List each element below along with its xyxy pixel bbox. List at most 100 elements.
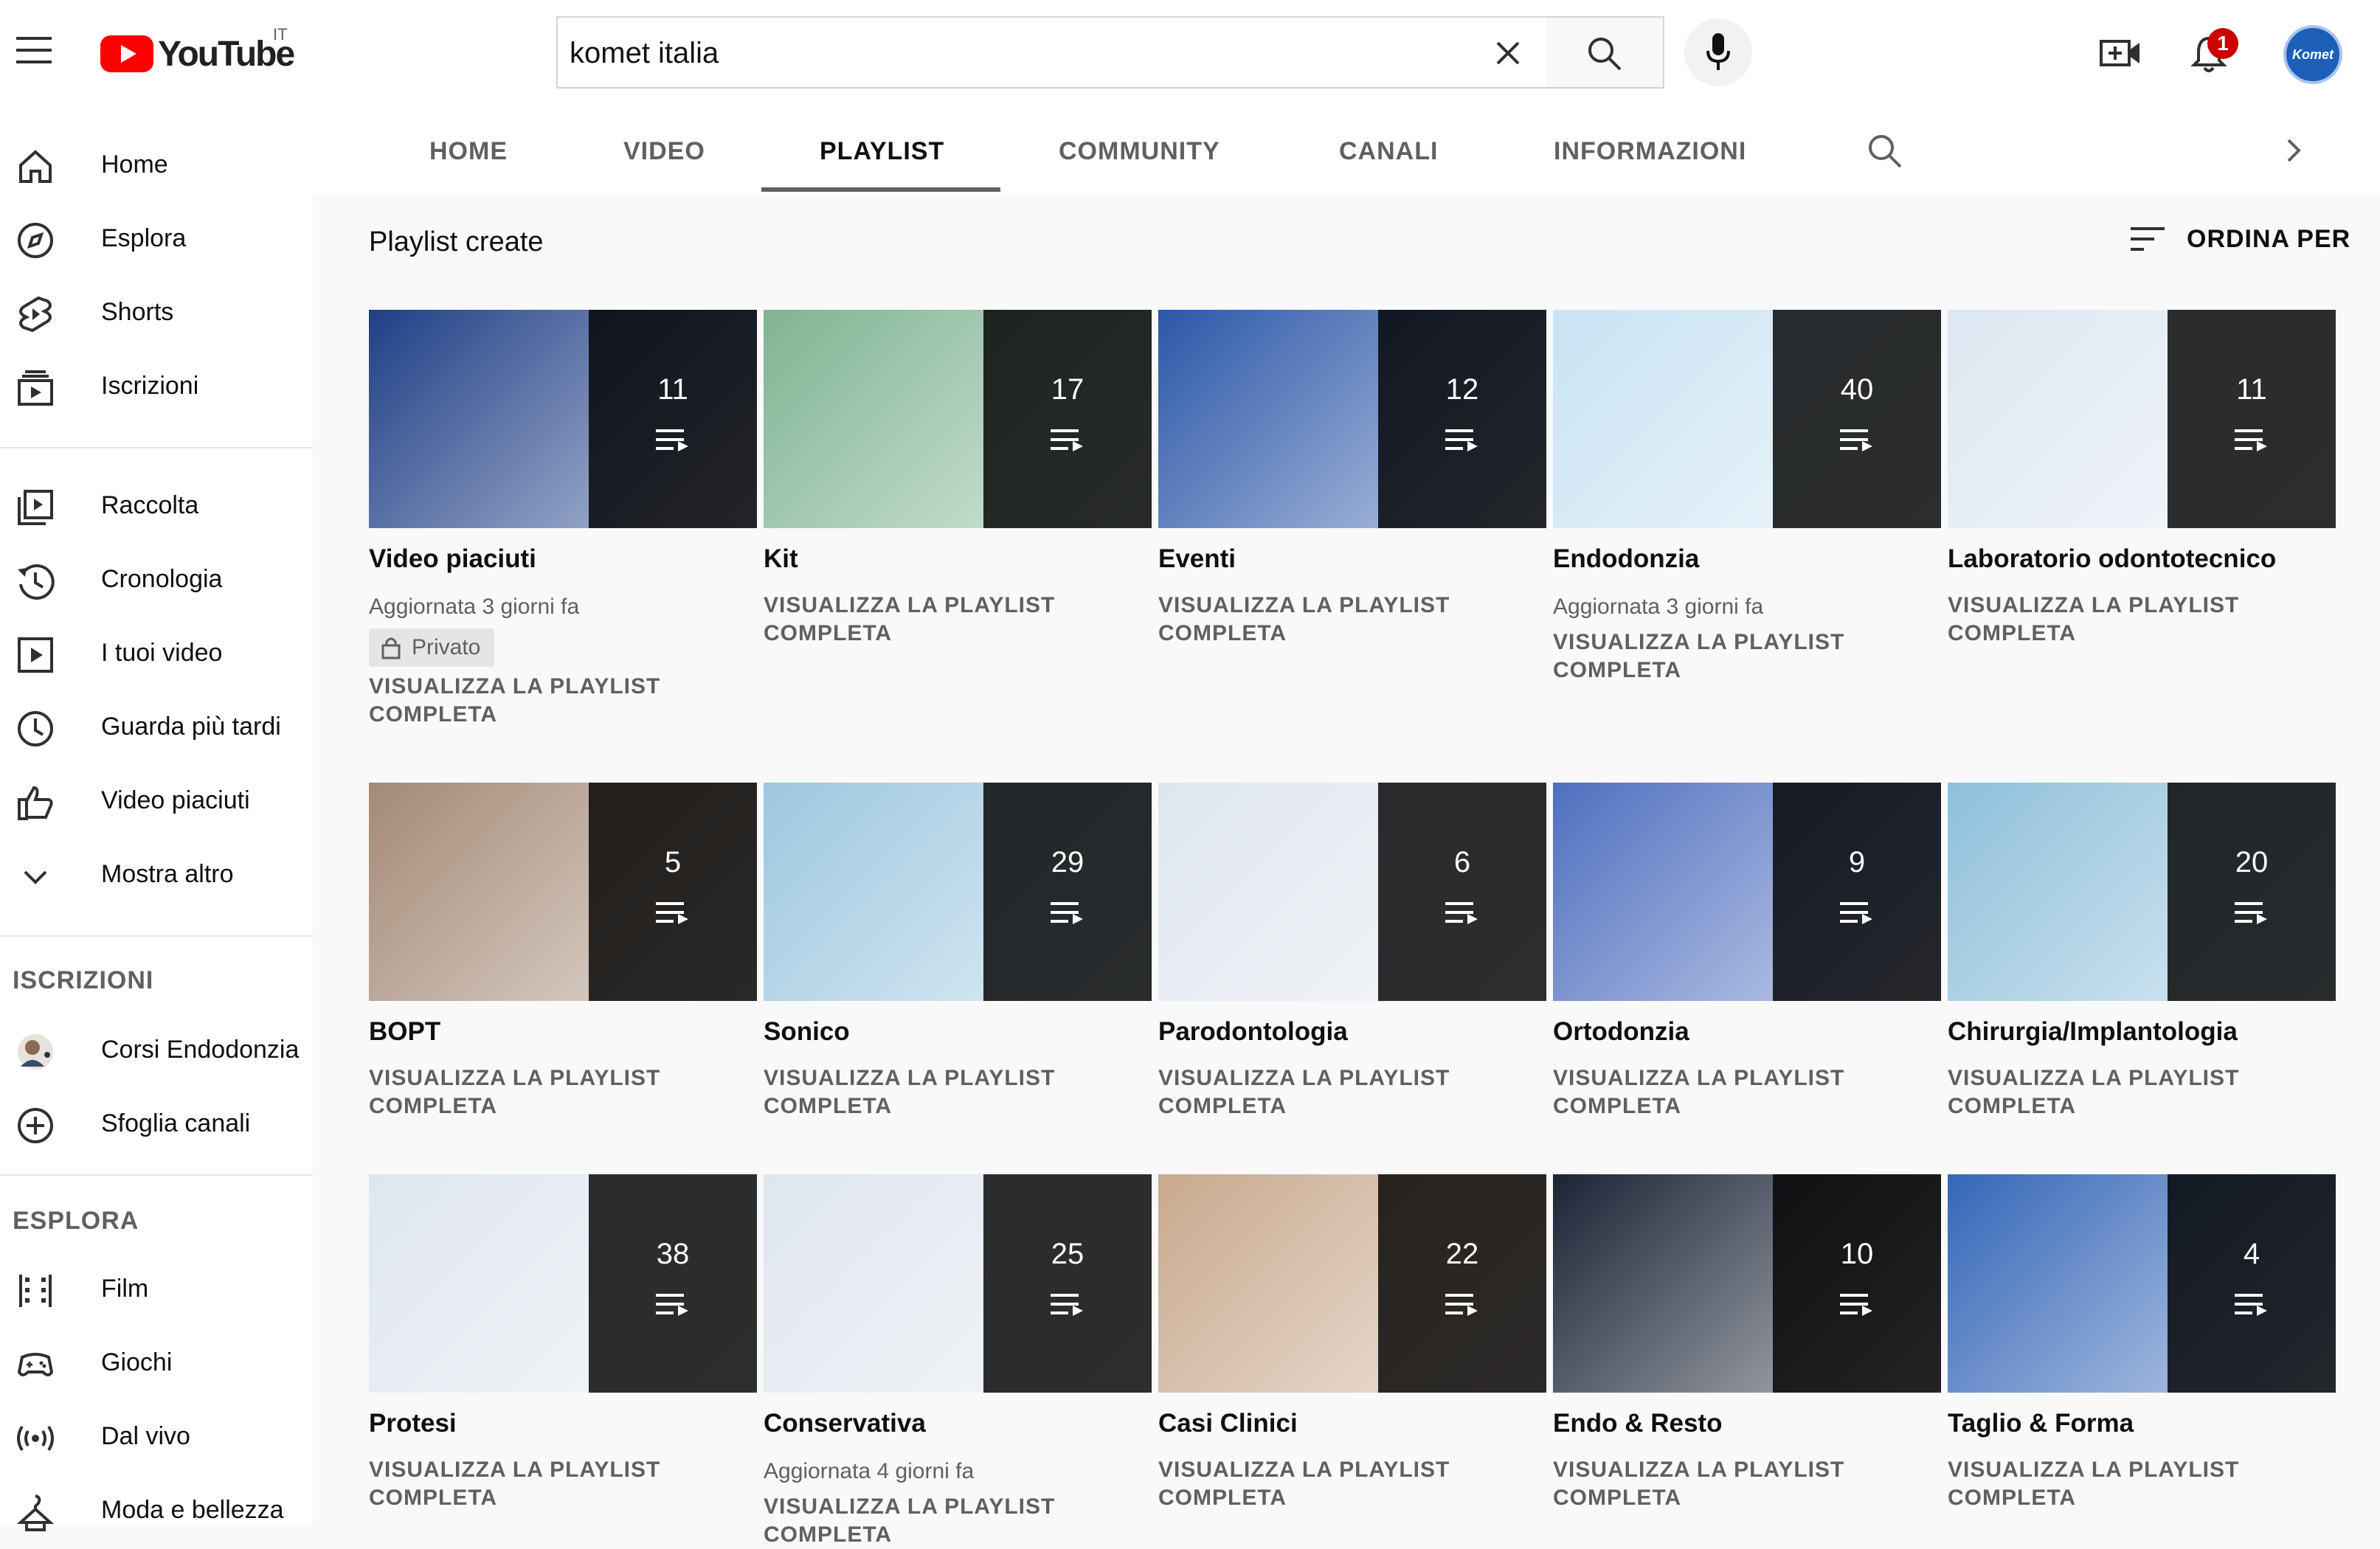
playlist-card[interactable]: 29 Sonico VISUALIZZA LA PLAYLIST COMPLETA bbox=[764, 783, 1152, 1118]
view-full-playlist-link[interactable]: VISUALIZZA LA PLAYLIST COMPLETA bbox=[369, 673, 757, 729]
chevron-right-icon[interactable] bbox=[2283, 136, 2305, 165]
playlist-thumbnail[interactable]: 25 bbox=[764, 1174, 1152, 1393]
playlist-icon bbox=[1445, 902, 1482, 928]
playlist-title[interactable]: Laboratorio odontotecnico bbox=[1948, 544, 2336, 574]
playlist-title[interactable]: Taglio & Forma bbox=[1948, 1409, 2336, 1438]
playlist-title[interactable]: BOPT bbox=[369, 1017, 757, 1047]
view-full-playlist-link[interactable]: VISUALIZZA LA PLAYLIST COMPLETA bbox=[369, 1064, 757, 1120]
youtube-play-icon bbox=[100, 35, 153, 72]
playlist-title[interactable]: Sonico bbox=[764, 1017, 1152, 1047]
playlist-card[interactable]: 11 Video piaciuti Aggiornata 3 giorni fa Pr… bbox=[369, 310, 757, 727]
playlist-thumbnail[interactable]: 17 bbox=[764, 310, 1152, 528]
playlist-thumbnail[interactable]: 5 bbox=[369, 783, 757, 1001]
playlist-card[interactable]: 12 Eventi VISUALIZZA LA PLAYLIST COMPLETA bbox=[1158, 310, 1546, 645]
view-full-playlist-link[interactable]: VISUALIZZA LA PLAYLIST COMPLETA bbox=[1553, 628, 1941, 685]
sidebar-item-moda-e-bellezza[interactable]: Moda e bellezza bbox=[0, 1475, 313, 1546]
playlist-title[interactable]: Chirurgia/Implantologia bbox=[1948, 1017, 2336, 1047]
tab-home[interactable]: HOME bbox=[429, 137, 508, 166]
playlist-title[interactable]: Protesi bbox=[369, 1409, 757, 1438]
playlist-thumbnail[interactable]: 11 bbox=[369, 310, 757, 528]
playlist-card[interactable]: 22 Casi Clinici VISUALIZZA LA PLAYLIST COMP… bbox=[1158, 1174, 1546, 1510]
playlist-card[interactable]: 38 Protesi VISUALIZZA LA PLAYLIST COMPLETA bbox=[369, 1174, 757, 1510]
sort-icon[interactable] bbox=[2131, 224, 2166, 254]
playlist-card[interactable]: 20 Chirurgia/Implantologia VISUALIZZA LA P… bbox=[1948, 783, 2336, 1118]
sidebar-item-mostra-altro[interactable]: Mostra altro bbox=[0, 839, 313, 910]
tab-playlist[interactable]: PLAYLIST bbox=[820, 137, 944, 166]
playlist-thumbnail[interactable]: 38 bbox=[369, 1174, 757, 1393]
view-full-playlist-line1: VISUALIZZA LA PLAYLIST bbox=[1553, 1458, 1845, 1482]
tab-informazioni[interactable]: INFORMAZIONI bbox=[1554, 137, 1746, 166]
sidebar-item-corsi-endodonzia[interactable]: Corsi Endodonzia bbox=[0, 1015, 313, 1086]
sidebar-item-i-tuoi-video[interactable]: I tuoi video bbox=[0, 618, 313, 689]
playlist-card[interactable]: 10 Endo & Resto VISUALIZZA LA PLAYLIST COMP… bbox=[1553, 1174, 1941, 1510]
view-full-playlist-link[interactable]: VISUALIZZA LA PLAYLIST COMPLETA bbox=[764, 1493, 1152, 1549]
sidebar-item-sfoglia-canali[interactable]: Sfoglia canali bbox=[0, 1089, 313, 1160]
sidebar-item-film[interactable]: Film bbox=[0, 1254, 313, 1325]
playlist-title[interactable]: Video piaciuti bbox=[369, 544, 757, 574]
playlist-thumbnail[interactable]: 29 bbox=[764, 783, 1152, 1001]
hamburger-menu-icon[interactable] bbox=[16, 35, 53, 65]
sidebar-item-home[interactable]: Home bbox=[0, 130, 313, 201]
sidebar-item-iscrizioni[interactable]: Iscrizioni bbox=[0, 351, 313, 422]
tab-community[interactable]: COMMUNITY bbox=[1059, 137, 1220, 166]
sidebar-item-cronologia[interactable]: Cronologia bbox=[0, 544, 313, 615]
create-video-icon[interactable] bbox=[2100, 37, 2141, 69]
view-full-playlist-link[interactable]: VISUALIZZA LA PLAYLIST COMPLETA bbox=[764, 592, 1152, 648]
playlist-thumbnail[interactable]: 9 bbox=[1553, 783, 1941, 1001]
playlist-thumbnail[interactable]: 11 bbox=[1948, 310, 2336, 528]
clear-search-icon[interactable] bbox=[1493, 38, 1523, 68]
playlist-title[interactable]: Casi Clinici bbox=[1158, 1409, 1546, 1438]
search-input[interactable]: komet italia bbox=[556, 16, 1549, 89]
playlist-card[interactable]: 4 Taglio & Forma VISUALIZZA LA PLAYLIST COM… bbox=[1948, 1174, 2336, 1510]
sidebar-item-dal-vivo[interactable]: Dal vivo bbox=[0, 1401, 313, 1472]
playlist-card[interactable]: 17 Kit VISUALIZZA LA PLAYLIST COMPLETA bbox=[764, 310, 1152, 645]
tab-video[interactable]: VIDEO bbox=[623, 137, 705, 166]
view-full-playlist-link[interactable]: VISUALIZZA LA PLAYLIST COMPLETA bbox=[369, 1456, 757, 1512]
playlist-thumbnail[interactable]: 10 bbox=[1553, 1174, 1941, 1393]
playlist-thumbnail[interactable]: 22 bbox=[1158, 1174, 1546, 1393]
playlist-title[interactable]: Endo & Resto bbox=[1553, 1409, 1941, 1438]
playlist-thumbnail[interactable]: 4 bbox=[1948, 1174, 2336, 1393]
view-full-playlist-link[interactable]: VISUALIZZA LA PLAYLIST COMPLETA bbox=[1158, 592, 1546, 648]
view-full-playlist-link[interactable]: VISUALIZZA LA PLAYLIST COMPLETA bbox=[1948, 592, 2336, 648]
view-full-playlist-line1: VISUALIZZA LA PLAYLIST bbox=[1948, 1458, 2240, 1482]
top-bar: YouTube IT komet italia 1 Komet bbox=[0, 0, 2380, 105]
view-full-playlist-link[interactable]: VISUALIZZA LA PLAYLIST COMPLETA bbox=[1158, 1064, 1546, 1120]
avatar[interactable]: Komet bbox=[2283, 25, 2342, 84]
sidebar-item-guarda-piu-tardi[interactable]: Guarda più tardi bbox=[0, 692, 313, 763]
playlist-card[interactable]: 40 Endodonzia Aggiornata 3 giorni fa VISUAL… bbox=[1553, 310, 1941, 682]
sidebar-item-video-piaciuti[interactable]: Video piaciuti bbox=[0, 766, 313, 836]
tab-canali[interactable]: CANALI bbox=[1339, 137, 1438, 166]
sidebar-item-raccolta[interactable]: Raccolta bbox=[0, 471, 313, 541]
playlist-card[interactable]: 25 Conservativa Aggiornata 4 giorni fa VISU… bbox=[764, 1174, 1152, 1547]
voice-search-button[interactable] bbox=[1684, 18, 1752, 86]
sidebar-item-shorts[interactable]: Shorts bbox=[0, 277, 313, 348]
search-button[interactable] bbox=[1546, 16, 1664, 89]
view-full-playlist-link[interactable]: VISUALIZZA LA PLAYLIST COMPLETA bbox=[764, 1064, 1152, 1120]
channel-search-icon[interactable] bbox=[1867, 133, 1903, 170]
sidebar-item-esplora[interactable]: Esplora bbox=[0, 204, 313, 274]
view-full-playlist-link[interactable]: VISUALIZZA LA PLAYLIST COMPLETA bbox=[1158, 1456, 1546, 1512]
playlist-card[interactable]: 11 Laboratorio odontotecnico VISUALIZZA LA… bbox=[1948, 310, 2336, 645]
playlist-thumbnail[interactable]: 6 bbox=[1158, 783, 1546, 1001]
playlist-thumbnail[interactable]: 40 bbox=[1553, 310, 1941, 528]
sidebar-item-giochi[interactable]: Giochi bbox=[0, 1328, 313, 1399]
view-full-playlist-link[interactable]: VISUALIZZA LA PLAYLIST COMPLETA bbox=[1948, 1456, 2336, 1512]
sort-button[interactable]: ORDINA PER bbox=[2187, 225, 2350, 254]
playlist-card[interactable]: 6 Parodontologia VISUALIZZA LA PLAYLIST COM… bbox=[1158, 783, 1546, 1118]
playlist-thumbnail[interactable]: 20 bbox=[1948, 783, 2336, 1001]
playlist-card[interactable]: 5 BOPT VISUALIZZA LA PLAYLIST COMPLETA bbox=[369, 783, 757, 1118]
youtube-logo[interactable]: YouTube IT bbox=[100, 25, 295, 75]
view-full-playlist-link[interactable]: VISUALIZZA LA PLAYLIST COMPLETA bbox=[1948, 1064, 2336, 1120]
playlist-title[interactable]: Ortodonzia bbox=[1553, 1017, 1941, 1047]
sidebar: Home Esplora Shorts Iscrizioni Raccolta … bbox=[0, 105, 313, 1531]
playlist-title[interactable]: Endodonzia bbox=[1553, 544, 1941, 574]
playlist-thumbnail[interactable]: 12 bbox=[1158, 310, 1546, 528]
view-full-playlist-link[interactable]: VISUALIZZA LA PLAYLIST COMPLETA bbox=[1553, 1064, 1941, 1120]
playlist-title[interactable]: Parodontologia bbox=[1158, 1017, 1546, 1047]
playlist-title[interactable]: Conservativa bbox=[764, 1409, 1152, 1438]
view-full-playlist-link[interactable]: VISUALIZZA LA PLAYLIST COMPLETA bbox=[1553, 1456, 1941, 1512]
playlist-title[interactable]: Eventi bbox=[1158, 544, 1546, 574]
playlist-card[interactable]: 9 Ortodonzia VISUALIZZA LA PLAYLIST COMPLET… bbox=[1553, 783, 1941, 1118]
playlist-title[interactable]: Kit bbox=[764, 544, 1152, 574]
